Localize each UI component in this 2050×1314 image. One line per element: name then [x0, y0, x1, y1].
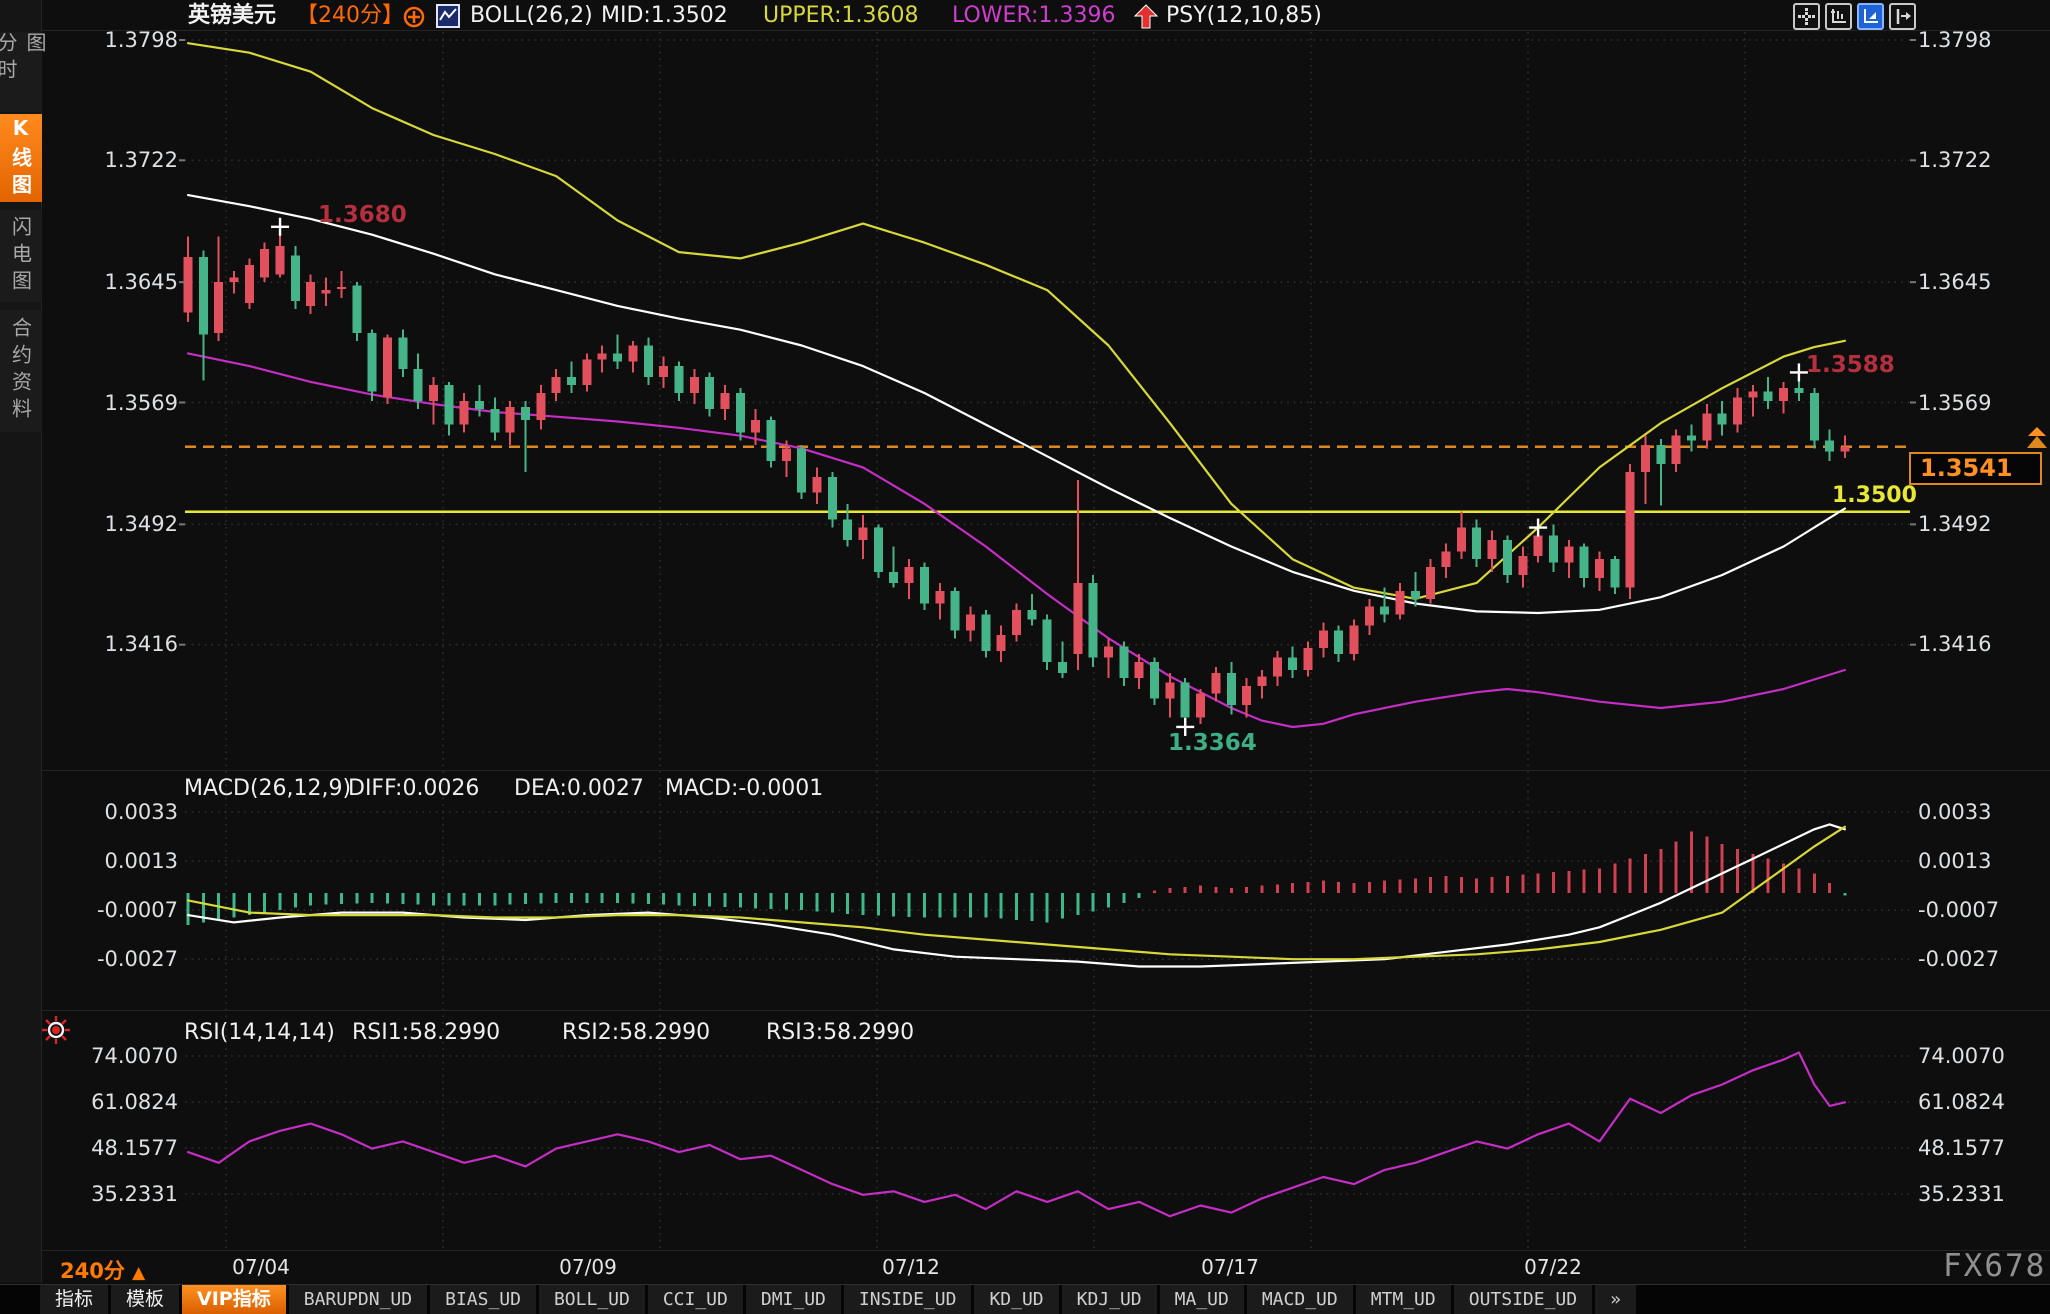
sidebar-item-lightning-chart[interactable]: 闪电图 [0, 210, 42, 302]
sidebar-item-kline-chart[interactable]: K线图 [0, 114, 42, 202]
trading-app-window: 英镑美元 【240分】 BOLL(26,2) MID:1.3502 UPPER:… [0, 0, 2050, 1314]
timeframe-indicator[interactable]: 240分 ▲ [60, 1255, 145, 1285]
date-tick: 07/12 [882, 1255, 940, 1279]
price-marker-arrows-icon [2026, 427, 2048, 451]
macd-tick: -0.0027 [50, 947, 178, 971]
price-tick: 1.3722 [1918, 148, 2048, 172]
indicator-marker-icon[interactable] [42, 1016, 70, 1044]
boll-label: BOLL(26,2) [470, 2, 593, 30]
indicator-tabbar: 指标 模板 VIP指标 BARUPDN_UD BIAS_UD BOLL_UD C… [0, 1284, 2050, 1314]
tab-cci-ud[interactable]: CCI_UD [648, 1285, 743, 1314]
swing-low-label: 1.3364 [1168, 730, 1257, 756]
tab-templates[interactable]: 模板 [111, 1285, 179, 1314]
swing-high-label: 1.3588 [1806, 352, 1895, 378]
sidebar-item-contract-info[interactable]: 合约资料 [0, 310, 42, 432]
tab-mtm-ud[interactable]: MTM_UD [1356, 1285, 1451, 1314]
sidebar-item-label: 分时图 [0, 32, 50, 112]
tab-kdj-ud[interactable]: KDJ_UD [1062, 1285, 1157, 1314]
rsi-tick: 61.0824 [50, 1090, 178, 1114]
tab-bias-ud[interactable]: BIAS_UD [430, 1285, 536, 1314]
price-tick: 1.3416 [1918, 632, 2048, 656]
target-circle-icon[interactable] [402, 5, 426, 33]
tab-inside-ud[interactable]: INSIDE_UD [844, 1285, 972, 1314]
chart-type-sidebar: 分时图 K线图 闪电图 合约资料 [0, 0, 42, 1283]
date-tick: 07/09 [559, 1255, 617, 1279]
macd-tick: 0.0013 [50, 849, 178, 873]
rsi-tick: 74.0070 [50, 1044, 178, 1068]
macd-diff-value: DIFF:0.0026 [348, 776, 479, 801]
price-tick: 1.3492 [50, 512, 178, 536]
macd-tick: -0.0007 [50, 898, 178, 922]
price-tick: 1.3569 [50, 391, 178, 415]
macd-tick: -0.0027 [1918, 947, 2048, 971]
rsi3-value: RSI3:58.2990 [766, 1020, 914, 1045]
mini-chart-icon[interactable] [436, 4, 460, 32]
symbol-title: 英镑美元 [188, 2, 276, 30]
rsi-tick: 35.2331 [1918, 1182, 2048, 1206]
timeframe-label: 240分 [60, 1259, 125, 1283]
tab-indicators[interactable]: 指标 [40, 1285, 108, 1314]
price-tick: 1.3645 [50, 270, 178, 294]
boll-lower-value: LOWER:1.3396 [952, 2, 1115, 30]
rsi-label: RSI(14,14,14) [184, 1020, 335, 1045]
rsi2-value: RSI2:58.2990 [562, 1020, 710, 1045]
rsi-tick: 48.1577 [1918, 1136, 2048, 1160]
date-tick: 07/17 [1201, 1255, 1259, 1279]
price-tick: 1.3492 [1918, 512, 2048, 536]
tab-outside-ud[interactable]: OUTSIDE_UD [1454, 1285, 1592, 1314]
chart-canvas[interactable] [0, 0, 2050, 1314]
price-tick: 1.3798 [50, 28, 178, 52]
tab-vip-indicators[interactable]: VIP指标 [182, 1285, 286, 1314]
sidebar-item-label: K线图 [7, 116, 36, 201]
psy-label: PSY(12,10,85) [1166, 2, 1322, 30]
price-tick: 1.3569 [1918, 391, 2048, 415]
macd-hist-value: MACD:-0.0001 [665, 776, 823, 801]
price-tick: 1.3416 [50, 632, 178, 656]
support-line-label: 1.3500 [1832, 483, 1917, 508]
chart-toolbar [1793, 3, 1916, 30]
macd-label: MACD(26,12,9) [184, 776, 351, 801]
current-price-tag: 1.3541 [1909, 452, 2042, 485]
boll-upper-value: UPPER:1.3608 [763, 2, 919, 30]
price-tick: 1.3645 [1918, 270, 2048, 294]
macd-tick: 0.0033 [1918, 800, 2048, 824]
rsi-tick: 61.0824 [1918, 1090, 2048, 1114]
rsi-tick: 35.2331 [50, 1182, 178, 1206]
date-tick: 07/22 [1524, 1255, 1582, 1279]
up-triangle-icon: ▲ [132, 1263, 145, 1283]
macd-tick: 0.0013 [1918, 849, 2048, 873]
price-tick: 1.3722 [50, 148, 178, 172]
date-tick: 07/04 [232, 1255, 290, 1279]
sidebar-item-label: 闪电图 [7, 216, 36, 297]
tab-macd-ud[interactable]: MACD_UD [1247, 1285, 1353, 1314]
up-arrow-icon [1134, 4, 1158, 32]
sidebar-item-label: 合约资料 [7, 317, 36, 425]
rsi1-value: RSI1:58.2990 [352, 1020, 500, 1045]
watermark: FX678 [1943, 1248, 2046, 1284]
boll-mid-value: MID:1.3502 [601, 2, 728, 30]
tab-more[interactable]: » [1595, 1285, 1636, 1314]
pan-move-icon[interactable] [1793, 3, 1820, 30]
rsi-tick: 48.1577 [50, 1136, 178, 1160]
rsi-tick: 74.0070 [1918, 1044, 2048, 1068]
sidebar-item-time-chart[interactable]: 分时图 [0, 32, 42, 112]
macd-dea-value: DEA:0.0027 [514, 776, 644, 801]
swing-high-label: 1.3680 [318, 202, 407, 228]
axis-scale-icon[interactable] [1825, 3, 1852, 30]
collapse-panel-icon[interactable] [1889, 3, 1916, 30]
tab-barupdn-ud[interactable]: BARUPDN_UD [289, 1285, 427, 1314]
tab-kd-ud[interactable]: KD_UD [974, 1285, 1058, 1314]
macd-tick: -0.0007 [1918, 898, 2048, 922]
tab-dmi-ud[interactable]: DMI_UD [746, 1285, 841, 1314]
tab-boll-ud[interactable]: BOLL_UD [539, 1285, 645, 1314]
tab-ma-ud[interactable]: MA_UD [1160, 1285, 1244, 1314]
macd-tick: 0.0033 [50, 800, 178, 824]
chart-style-icon[interactable] [1857, 3, 1884, 30]
period-badge[interactable]: 【240分】 [296, 2, 404, 30]
price-tick: 1.3798 [1918, 28, 2048, 52]
